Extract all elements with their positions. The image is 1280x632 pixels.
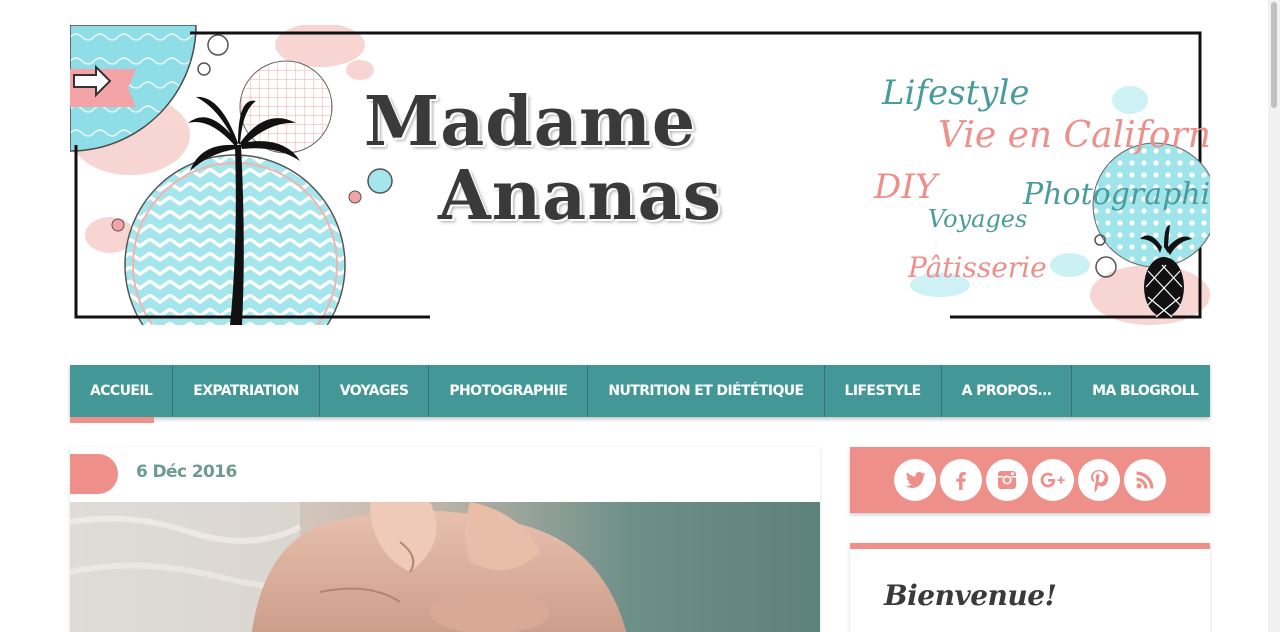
nav-item-voyages[interactable]: Voyages (320, 365, 430, 417)
social-links-box (850, 447, 1210, 513)
page-scrollbar[interactable] (1268, 0, 1280, 632)
tag-voyages: Voyages (928, 205, 1028, 233)
site-title-line2: Ananas (437, 156, 723, 236)
widget-title: Bienvenue! (884, 579, 1057, 612)
nav-item-photographie[interactable]: Photographie (429, 365, 589, 417)
tag-lifestyle: Lifestyle (882, 73, 1030, 113)
twitter-icon[interactable] (894, 459, 936, 501)
nav-item-blogroll[interactable]: Ma blogroll (1072, 365, 1218, 417)
main-nav: Accueil Expatriation Voyages Photographi… (70, 365, 1210, 417)
nav-item-lifestyle[interactable]: Lifestyle (825, 365, 942, 417)
nav-item-nutrition[interactable]: Nutrition et diététique (588, 365, 825, 417)
tag-vie-en-californie: Vie en Californie (938, 115, 1210, 156)
site-title[interactable]: Madame Ananas (300, 85, 760, 233)
scrollbar-thumb[interactable] (1271, 2, 1277, 108)
nav-active-indicator (70, 417, 154, 423)
welcome-widget: Bienvenue! (850, 543, 1210, 632)
tag-patisserie: Pâtisserie (908, 251, 1047, 284)
pinterest-icon[interactable] (1078, 459, 1120, 501)
site-title-line1: Madame (363, 82, 697, 162)
nav-item-expatriation[interactable]: Expatriation (173, 365, 320, 417)
google-plus-icon[interactable] (1032, 459, 1074, 501)
post-date: 6 Déc 2016 (136, 462, 237, 482)
instagram-icon[interactable] (986, 459, 1028, 501)
blog-post: 6 Déc 2016 (70, 447, 820, 632)
header-banner[interactable]: Madame Ananas Lifestyle Vie en Californi… (70, 25, 1210, 325)
nav-item-accueil[interactable]: Accueil (70, 365, 174, 417)
nav-item-a-propos[interactable]: A propos… (942, 365, 1073, 417)
rss-icon[interactable] (1124, 459, 1166, 501)
tag-diy: DIY (874, 167, 938, 207)
post-featured-image[interactable] (70, 502, 820, 632)
facebook-icon[interactable] (940, 459, 982, 501)
date-pill (70, 454, 118, 494)
tag-photographie: Photographie (1023, 177, 1210, 212)
